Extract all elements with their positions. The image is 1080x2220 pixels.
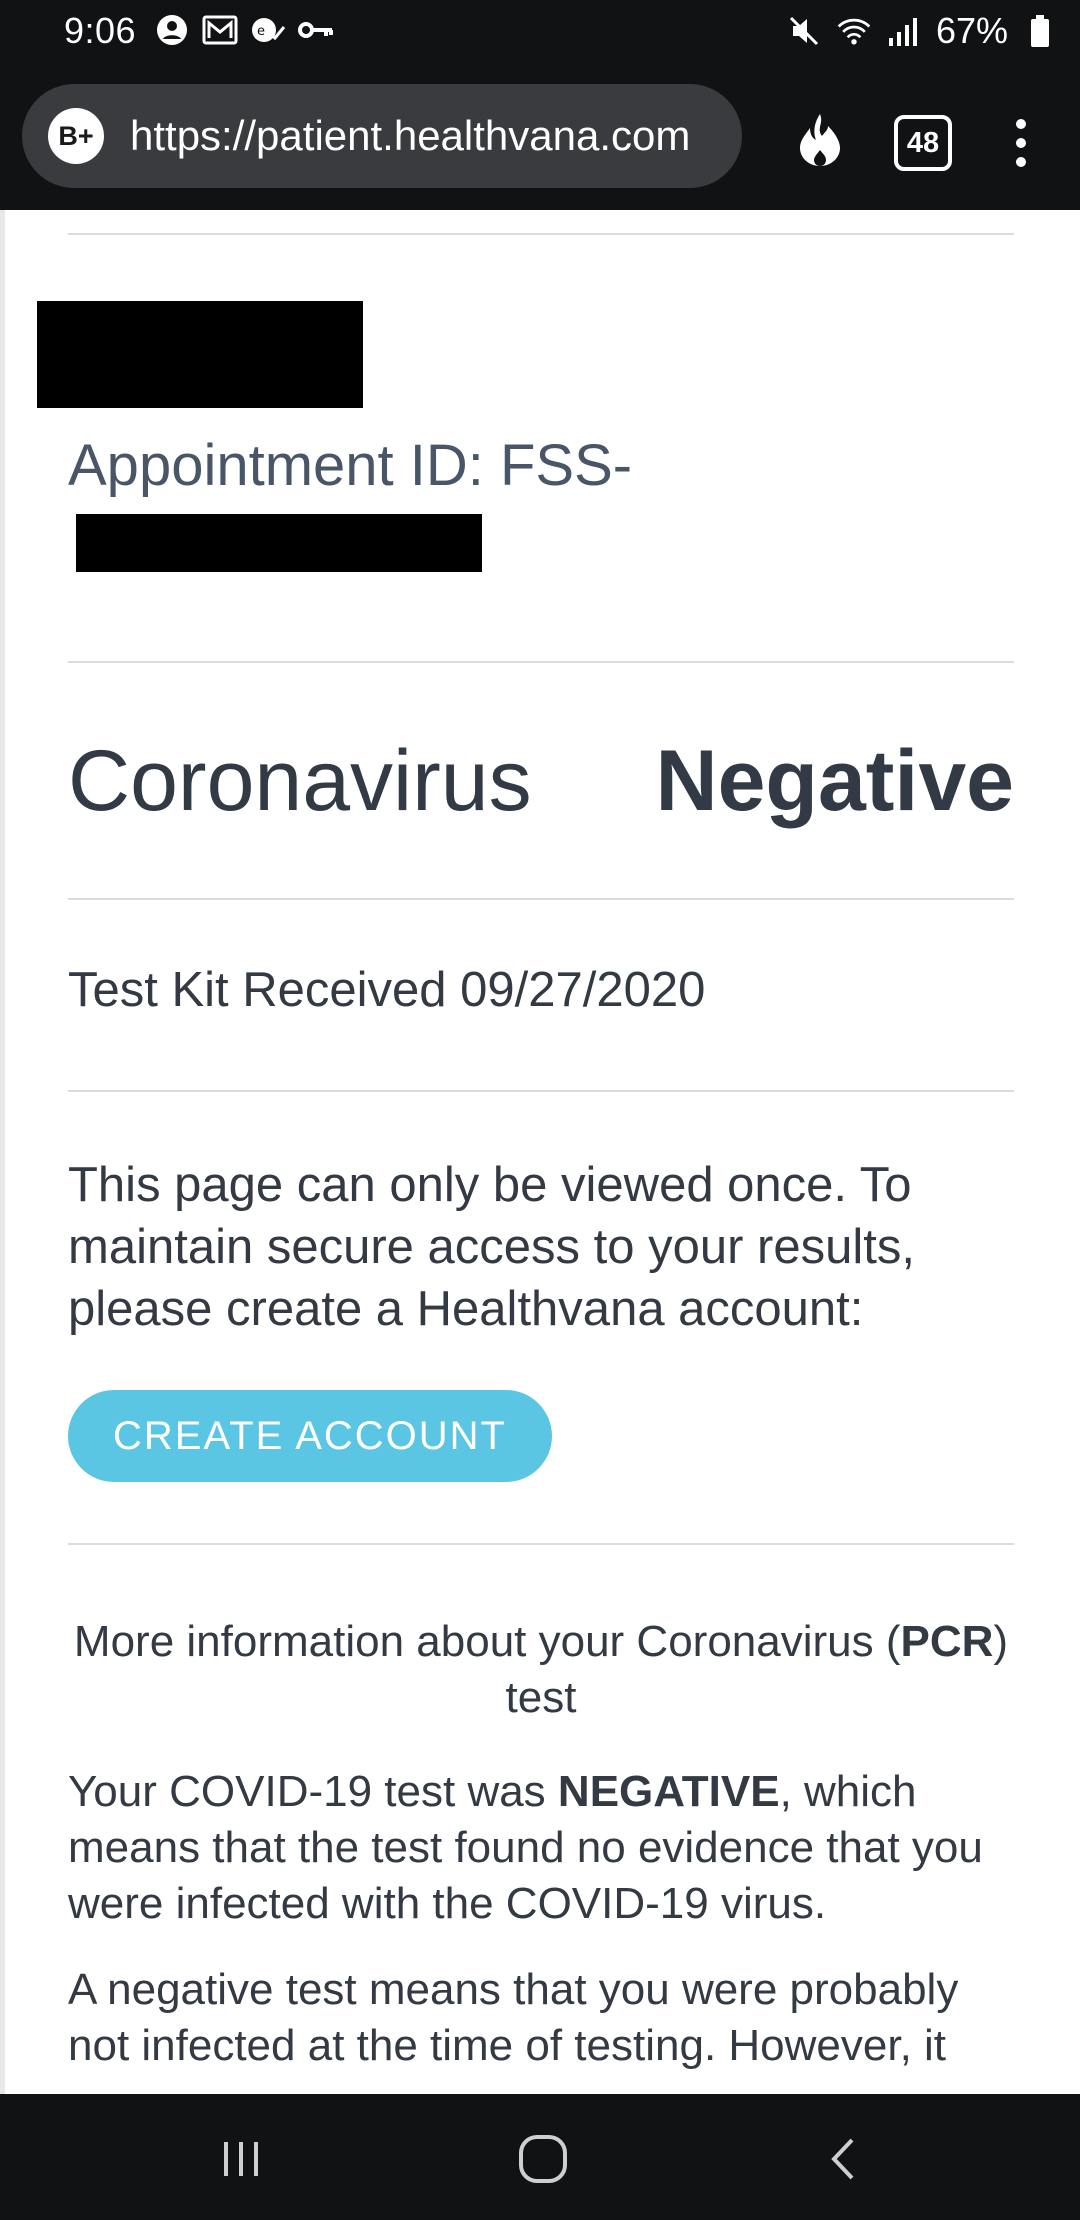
mute-icon xyxy=(786,13,822,49)
result-value: Negative xyxy=(655,733,1015,829)
fire-icon[interactable] xyxy=(790,110,850,170)
more-info-prefix: More information about your Coronavirus … xyxy=(73,1617,901,1666)
key-icon xyxy=(298,12,334,48)
more-vert-icon[interactable] xyxy=(1006,114,1036,174)
more-info-pcr: PCR xyxy=(900,1617,994,1666)
home-icon[interactable] xyxy=(508,2124,578,2194)
tabs-icon[interactable]: 48 xyxy=(894,115,952,171)
divider-top xyxy=(68,233,1014,235)
result-explanation: Your COVID-19 test was NEGATIVE, which m… xyxy=(68,1764,1014,1932)
page-edge xyxy=(0,210,5,2094)
battery-icon xyxy=(1022,13,1058,49)
vpn-check-icon: e xyxy=(250,12,286,48)
account-icon xyxy=(154,12,190,48)
address-bar[interactable]: B+ https://patient.healthvana.com xyxy=(22,84,742,188)
kit-received-date: Test Kit Received 09/27/2020 xyxy=(68,963,706,1017)
para1-negative: NEGATIVE xyxy=(557,1767,780,1816)
appointment-id: Appointment ID: FSS- xyxy=(68,433,633,498)
create-account-button[interactable]: CREATE ACCOUNT xyxy=(68,1390,552,1482)
status-time: 9:06 xyxy=(64,10,137,51)
para1-prefix: Your COVID-19 test was xyxy=(68,1767,558,1816)
divider-after-button xyxy=(68,1543,1014,1545)
web-page: Appointment ID: FSS- Coronavirus Negativ… xyxy=(0,210,1080,2094)
navigation-bar xyxy=(0,2094,1080,2220)
redacted-appointment-id xyxy=(76,514,482,572)
signal-icon xyxy=(886,13,922,49)
divider-after-result xyxy=(68,898,1014,900)
browser-badge[interactable]: B+ xyxy=(48,108,104,164)
negative-test-paragraph: A negative test means that you were prob… xyxy=(68,1965,959,2070)
recent-apps-icon[interactable] xyxy=(206,2124,276,2194)
battery-percent: 67% xyxy=(935,10,1008,51)
view-once-notice: This page can only be viewed once. To ma… xyxy=(68,1158,915,1336)
svg-text:e: e xyxy=(257,24,265,39)
result-test-name: Coronavirus xyxy=(68,733,532,829)
notification-icons: e xyxy=(154,12,334,48)
back-icon[interactable] xyxy=(810,2124,880,2194)
redacted-name-block xyxy=(37,301,363,408)
divider-after-appointment xyxy=(68,661,1014,663)
system-icons: 67% xyxy=(786,10,1058,52)
more-info-heading: More information about your Coronavirus … xyxy=(68,1614,1014,1726)
wifi-icon xyxy=(836,13,872,49)
status-bar: 9:06 e 67% xyxy=(0,0,1080,60)
divider-after-kit xyxy=(68,1090,1014,1092)
browser-toolbar: B+ https://patient.healthvana.com 48 xyxy=(0,60,1080,210)
url-text[interactable]: https://patient.healthvana.com xyxy=(130,112,730,160)
mail-icon xyxy=(202,12,238,48)
